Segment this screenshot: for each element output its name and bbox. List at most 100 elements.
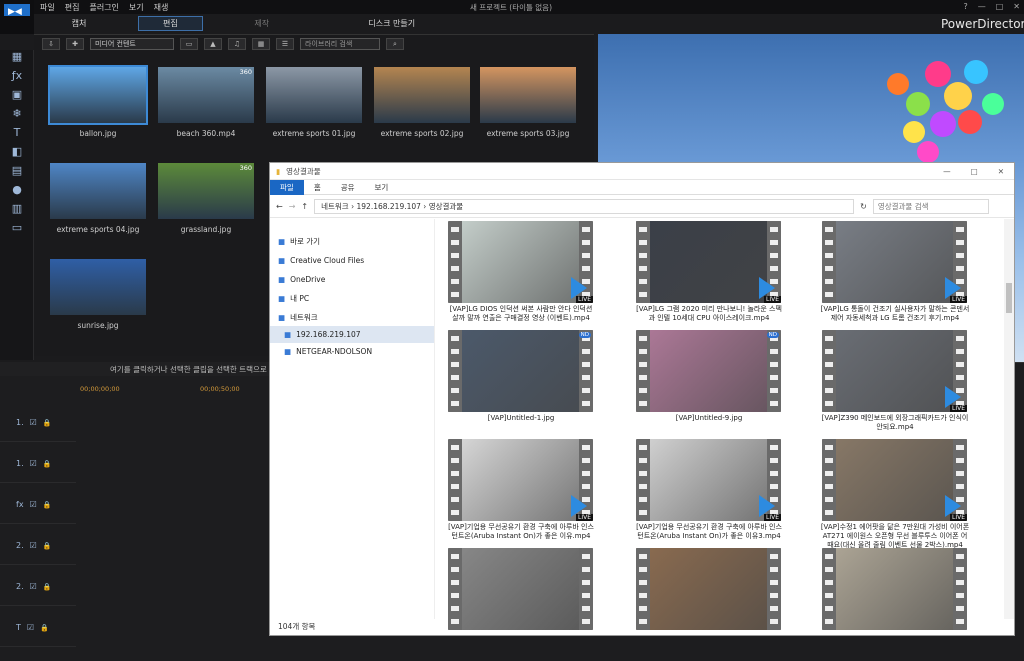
menu-file[interactable]: 파일 [40, 2, 55, 13]
library-thumbnail[interactable] [50, 259, 146, 315]
transition-room-icon[interactable]: ◧ [0, 145, 34, 164]
track-header[interactable]: fx ☑ 🔒 [0, 486, 76, 524]
library-thumbnail[interactable]: 360 [158, 163, 254, 219]
track-header[interactable]: 1. ☑ 🔒 [0, 404, 76, 442]
lock-icon[interactable]: 🔒 [43, 501, 52, 509]
track-checkbox-icon[interactable]: ☑ [30, 418, 37, 427]
lock-icon[interactable]: 🔒 [40, 624, 49, 632]
nav-item[interactable]: ■ 네트워크 [270, 309, 434, 326]
forward-icon[interactable]: → [289, 202, 296, 211]
video-thumbnail[interactable] [448, 548, 593, 630]
lock-icon[interactable]: 🔒 [43, 419, 52, 427]
library-thumbnail[interactable] [48, 65, 148, 125]
track-checkbox-icon[interactable]: ☑ [27, 623, 34, 632]
ribbon-tab-file[interactable]: 파일 [270, 179, 304, 195]
track-header[interactable]: T ☑ 🔒 [0, 609, 76, 647]
menu-plugin[interactable]: 플러그인 [89, 2, 118, 13]
subtitle-icon[interactable]: ▭ [0, 221, 34, 240]
audio-filter-icon[interactable]: ♫ [228, 38, 246, 50]
lock-icon[interactable]: 🔒 [43, 460, 52, 468]
lock-icon[interactable]: 🔒 [43, 583, 52, 591]
library-thumbnail[interactable] [480, 67, 576, 123]
tab-disc[interactable]: 디스크 만들기 [337, 18, 447, 29]
video-thumbnail[interactable]: ND [448, 330, 593, 412]
menu-view[interactable]: 보기 [129, 2, 144, 13]
audio-mix-icon[interactable]: ▤ [0, 164, 34, 183]
search-icon[interactable]: ⌕ [386, 38, 404, 50]
video-thumbnail[interactable]: LIVE [822, 221, 967, 303]
pip-room-icon[interactable]: ▣ [0, 88, 34, 107]
close-icon[interactable]: ✕ [998, 167, 1004, 176]
ribbon-tab-home[interactable]: 홈 [304, 182, 331, 193]
track-header[interactable]: 2. ☑ 🔒 [0, 568, 76, 606]
image-filter-icon[interactable]: ▲ [204, 38, 222, 50]
refresh-icon[interactable]: ↻ [860, 202, 867, 211]
tab-produce[interactable]: 제작 [217, 18, 307, 29]
ribbon-tab-view[interactable]: 보기 [365, 182, 399, 193]
up-icon[interactable]: ↑ [301, 202, 308, 211]
nav-item[interactable]: ■ Creative Cloud Files [270, 252, 434, 269]
track-checkbox-icon[interactable]: ☑ [30, 500, 37, 509]
video-thumbnail[interactable]: LIVE [448, 439, 593, 521]
track-checkbox-icon[interactable]: ☑ [30, 582, 37, 591]
video-filter-icon[interactable]: ▭ [180, 38, 198, 50]
minimize-icon[interactable]: — [943, 167, 951, 176]
fx-room-icon[interactable]: ƒx [0, 69, 34, 88]
media-room-icon[interactable]: ▦ [0, 50, 34, 69]
nav-item[interactable]: ■ NETGEAR-NDOLSON [270, 343, 434, 360]
track-checkbox-icon[interactable]: ☑ [30, 541, 37, 550]
menu-edit[interactable]: 편집 [65, 2, 80, 13]
video-thumbnail[interactable]: LIVE [448, 221, 593, 303]
video-thumbnail[interactable]: LIVE [636, 439, 781, 521]
library-dropdown[interactable]: 미디어 컨텐트 [90, 38, 174, 50]
video-thumbnail[interactable] [636, 548, 781, 630]
track-checkbox-icon[interactable]: ☑ [30, 459, 37, 468]
video-thumbnail[interactable] [822, 548, 967, 630]
title-room-icon[interactable]: T [0, 126, 34, 145]
lock-icon[interactable]: 🔒 [43, 542, 52, 550]
film-strip [822, 330, 836, 412]
minimize-icon[interactable]: — [978, 2, 986, 11]
maximize-icon[interactable]: □ [996, 2, 1004, 11]
library-thumbnail[interactable] [374, 67, 470, 123]
video-thumbnail[interactable]: LIVE [822, 439, 967, 521]
timeline-hint: 여기를 클릭하거나 선택한 클립을 선택한 트랙으로 [110, 364, 267, 374]
library-search-input[interactable]: 라이브러리 검색 [300, 38, 380, 50]
file-label: [VAP]기업용 무선공유기 환경 구축에 아루바 인스턴트온(Aruba In… [636, 523, 782, 540]
voiceover-icon[interactable]: ● [0, 183, 34, 202]
close-icon[interactable]: ✕ [1013, 2, 1020, 11]
maximize-icon[interactable]: □ [971, 167, 978, 176]
video-thumbnail[interactable]: LIVE [822, 330, 967, 412]
tab-edit[interactable]: 편집 [138, 15, 203, 31]
mode-tabs: 캡처 편집 제작 디스크 만들기 [34, 15, 594, 31]
import-icon[interactable]: ⇩ [42, 38, 60, 50]
library-thumbnail[interactable] [266, 67, 362, 123]
list-view-icon[interactable]: ☰ [276, 38, 294, 50]
library-thumbnail[interactable]: 360 [158, 67, 254, 123]
nav-item[interactable]: ■ 내 PC [270, 290, 434, 307]
file-label: [VAP]LG 통돌이 건조기 실사용자가 말하는 콘덴서 제어 자동세척과 L… [820, 305, 970, 322]
nav-item[interactable]: ■ 바로 가기 [270, 233, 434, 250]
explorer-scrollbar[interactable] [1004, 219, 1014, 619]
particle-room-icon[interactable]: ❄ [0, 107, 34, 126]
ribbon-tab-share[interactable]: 공유 [331, 182, 365, 193]
help-icon[interactable]: ? [963, 2, 967, 11]
library-thumbnail[interactable] [50, 163, 146, 219]
grid-view-icon[interactable]: ▦ [252, 38, 270, 50]
cc-icon: ■ [278, 256, 286, 265]
address-input[interactable]: 네트워크 › 192.168.219.107 › 영상결과물 [314, 198, 855, 214]
video-thumbnail[interactable]: ND [636, 330, 781, 412]
tab-capture[interactable]: 캡처 [34, 18, 124, 29]
live-badge: LIVE [949, 296, 967, 303]
chapter-icon[interactable]: ▥ [0, 202, 34, 221]
video-thumbnail[interactable]: LIVE [636, 221, 781, 303]
nav-item[interactable]: ■ 192.168.219.107 [270, 326, 434, 343]
film-strip [579, 330, 593, 412]
back-icon[interactable]: ← [276, 202, 283, 211]
track-header[interactable]: 2. ☑ 🔒 [0, 527, 76, 565]
plugin-icon[interactable]: ✚ [66, 38, 84, 50]
explorer-search-input[interactable]: 영상결과물 검색 [872, 198, 989, 214]
track-header[interactable]: 1. ☑ 🔒 [0, 445, 76, 483]
menu-play[interactable]: 재생 [154, 2, 169, 13]
nav-item[interactable]: ■ OneDrive [270, 271, 434, 288]
